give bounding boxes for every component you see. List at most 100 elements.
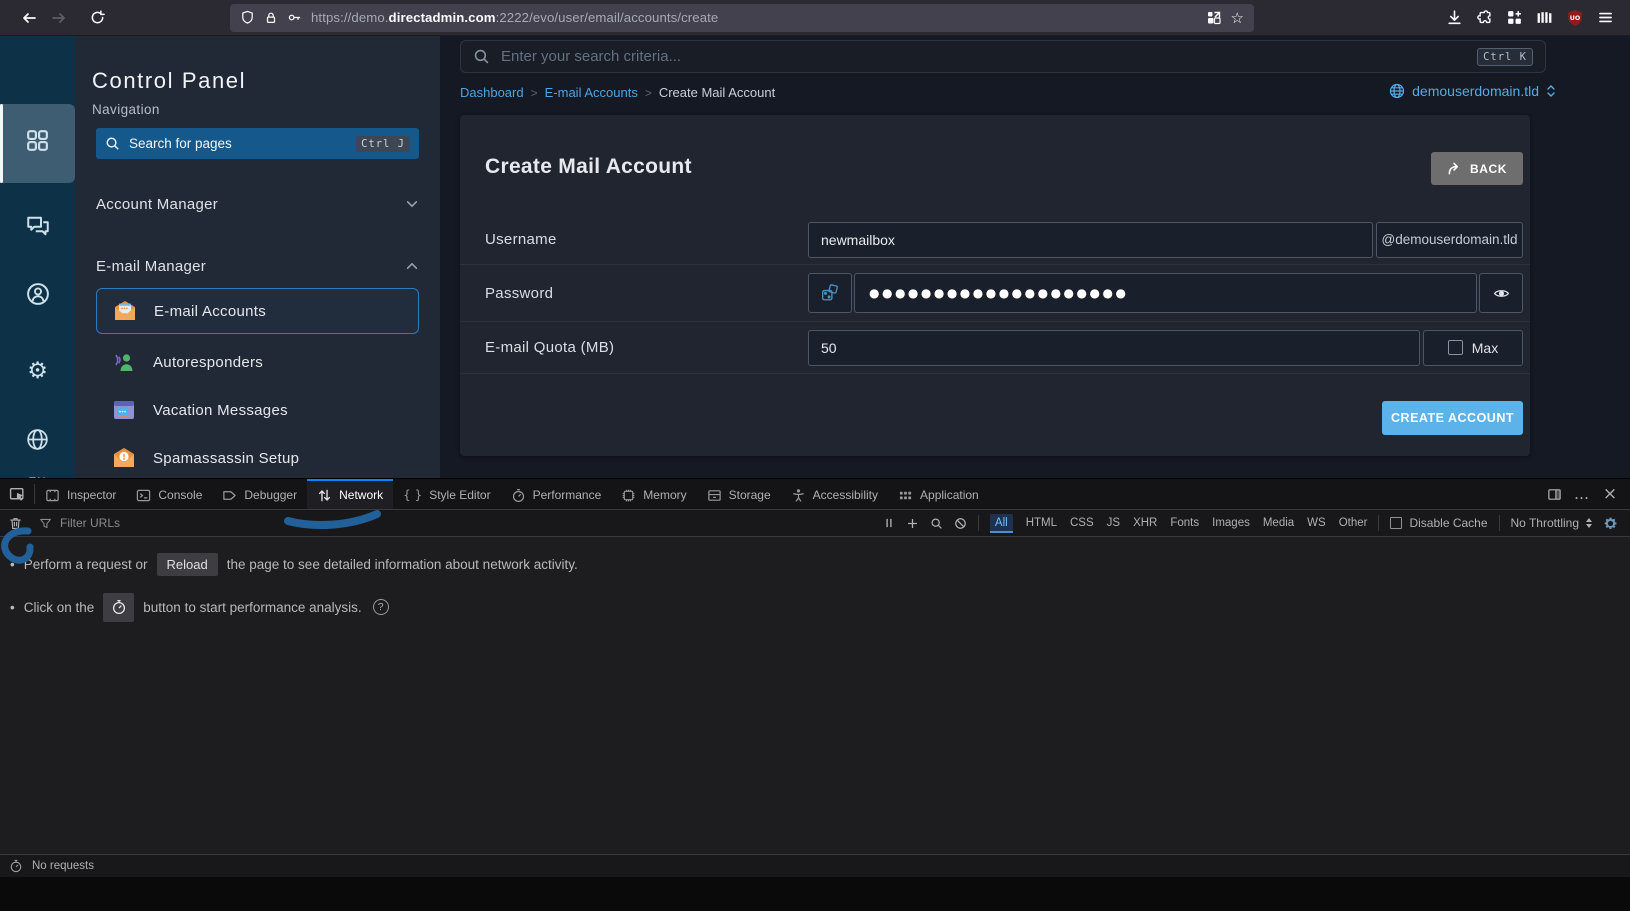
nav-section-email-manager[interactable]: E-mail Manager — [96, 246, 419, 286]
tab-storage[interactable]: Storage — [697, 479, 781, 509]
network-empty-state: • Perform a request or Reload the page t… — [0, 537, 1630, 795]
tab-style-editor[interactable]: { } Style Editor — [393, 479, 500, 509]
type-filter-other[interactable]: Other — [1339, 517, 1368, 529]
nav-item-spamassassin-setup[interactable]: Spamassassin Setup — [96, 438, 419, 478]
inspector-icon — [45, 488, 60, 503]
rail-item-messages[interactable] — [0, 214, 75, 238]
spamassassin-icon — [111, 445, 137, 471]
nav-item-label: E-mail Accounts — [154, 303, 266, 320]
breadcrumb-dashboard[interactable]: Dashboard — [460, 85, 524, 100]
tab-label: Network — [339, 488, 383, 502]
tab-label: Style Editor — [429, 488, 490, 502]
disable-cache-toggle[interactable]: Disable Cache — [1390, 516, 1487, 530]
breadcrumb-current: Create Mail Account — [659, 85, 775, 100]
filter-urls-box[interactable]: Filter URLs — [31, 516, 120, 530]
password-input[interactable]: ●●●●●●●●●●●●●●●●●●●● — [854, 273, 1477, 313]
type-filter-css[interactable]: CSS — [1070, 517, 1094, 529]
nav-item-email-accounts[interactable]: E-mail Accounts — [96, 288, 419, 334]
throttling-select[interactable]: No Throttling — [1511, 516, 1592, 530]
type-filter-xhr[interactable]: XHR — [1133, 517, 1157, 529]
global-search-input[interactable] — [501, 48, 1466, 65]
reload-icon[interactable] — [82, 4, 112, 32]
nav-item-vacation-messages[interactable]: Vacation Messages — [96, 390, 419, 430]
show-password-eye-button[interactable] — [1479, 273, 1523, 313]
type-filter-images[interactable]: Images — [1212, 517, 1250, 529]
type-filter-ws[interactable]: WS — [1307, 517, 1326, 529]
har-import-plus-icon[interactable] — [906, 517, 919, 530]
password-label: Password — [485, 285, 808, 302]
chevron-down-icon — [405, 197, 419, 211]
domain-selector[interactable]: demouserdomain.tld — [1389, 83, 1556, 99]
extension-squares-plus-icon[interactable] — [1506, 9, 1523, 26]
tab-label: Application — [920, 488, 979, 502]
nav-search-box[interactable]: Ctrl J — [96, 128, 419, 159]
ublock-origin-icon[interactable]: UO — [1566, 9, 1584, 27]
downloads-icon[interactable] — [1446, 9, 1463, 26]
rail-item-account[interactable] — [0, 282, 75, 306]
nav-search-shortcut: Ctrl J — [356, 136, 410, 152]
pick-element-icon[interactable] — [0, 479, 34, 509]
tab-memory[interactable]: Memory — [611, 479, 696, 509]
nav-search-input[interactable] — [129, 136, 347, 151]
tab-debugger[interactable]: Debugger — [212, 479, 307, 509]
section-label: Account Manager — [96, 196, 218, 213]
block-requests-icon[interactable] — [954, 517, 967, 530]
disable-cache-checkbox[interactable] — [1390, 517, 1402, 529]
global-search-bar[interactable]: Ctrl K — [460, 40, 1546, 73]
tab-application[interactable]: Application — [888, 479, 989, 509]
username-input[interactable] — [808, 222, 1373, 258]
quota-max-toggle[interactable]: Max — [1423, 330, 1523, 366]
rail-item-settings-gear-icon[interactable]: ⚙ — [0, 358, 75, 384]
back-icon[interactable] — [14, 4, 44, 32]
help-question-icon[interactable]: ? — [373, 599, 389, 615]
max-checkbox[interactable] — [1448, 340, 1463, 355]
saved-password-key-icon[interactable] — [287, 10, 302, 25]
https-lock-icon[interactable] — [264, 11, 278, 25]
generate-password-dice-button[interactable] — [808, 273, 852, 313]
nav-section-account-manager[interactable]: Account Manager — [96, 184, 419, 224]
rail-item-dashboard[interactable] — [0, 129, 75, 152]
forward-icon[interactable] — [44, 4, 74, 32]
breadcrumb-email-accounts[interactable]: E-mail Accounts — [545, 85, 638, 100]
back-button[interactable]: BACK — [1431, 152, 1523, 185]
extension-bars-icon[interactable] — [1536, 9, 1553, 26]
type-filter-fonts[interactable]: Fonts — [1170, 517, 1199, 529]
search-requests-icon[interactable] — [930, 517, 943, 530]
nav-item-autoresponders[interactable]: Autoresponders — [96, 342, 419, 382]
type-filter-all[interactable]: All — [990, 514, 1013, 533]
clear-requests-trash-icon[interactable] — [0, 510, 30, 536]
debugger-icon — [222, 488, 237, 503]
url-bar[interactable]: https://demo.directadmin.com:2222/evo/us… — [230, 4, 1254, 32]
performance-analysis-button[interactable] — [103, 593, 134, 622]
tab-console[interactable]: Console — [126, 479, 212, 509]
page-actions-icon[interactable] — [1206, 10, 1222, 26]
rail-item-language-globe-icon[interactable] — [0, 428, 75, 451]
hint-text: button to start performance analysis. — [143, 600, 361, 615]
devtools-menu-icon[interactable]: … — [1568, 485, 1596, 503]
quota-input[interactable] — [808, 330, 1420, 366]
pause-icon[interactable] — [883, 517, 895, 529]
status-text: No requests — [32, 860, 94, 872]
bottom-gap — [0, 877, 1630, 911]
tracking-shield-icon[interactable] — [240, 10, 255, 25]
dock-side-icon[interactable] — [1540, 487, 1568, 502]
chevron-up-icon — [405, 259, 419, 273]
bookmark-star-icon[interactable]: ☆ — [1231, 9, 1244, 27]
create-account-button[interactable]: CREATE ACCOUNT — [1382, 401, 1523, 435]
tab-network[interactable]: Network — [307, 479, 393, 509]
type-filter-html[interactable]: HTML — [1026, 517, 1057, 529]
network-settings-gear-icon[interactable] — [1603, 516, 1618, 531]
tab-accessibility[interactable]: Accessibility — [781, 479, 888, 509]
hint-text: Click on the — [24, 600, 95, 615]
globe-icon — [1389, 83, 1405, 99]
type-filter-media[interactable]: Media — [1263, 517, 1294, 529]
tab-label: Debugger — [244, 488, 297, 502]
type-filter-js[interactable]: JS — [1107, 517, 1120, 529]
tab-inspector[interactable]: Inspector — [35, 479, 126, 509]
menu-hamburger-icon[interactable] — [1597, 9, 1614, 26]
status-stopwatch-icon[interactable] — [9, 859, 23, 873]
reload-button[interactable]: Reload — [157, 553, 218, 576]
extensions-puzzle-icon[interactable] — [1476, 9, 1493, 26]
tab-performance[interactable]: Performance — [501, 479, 612, 509]
devtools-close-icon[interactable]: × — [1596, 484, 1624, 504]
